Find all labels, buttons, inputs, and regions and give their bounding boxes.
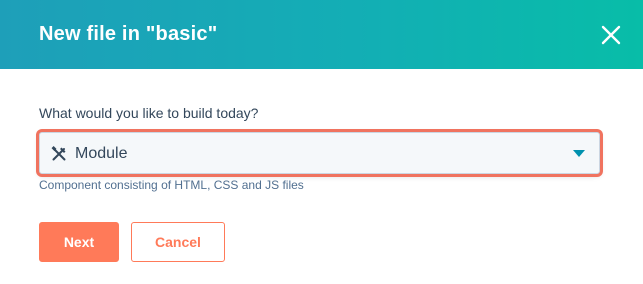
close-icon xyxy=(601,25,621,45)
next-button[interactable]: Next xyxy=(39,222,119,262)
file-type-select-value: Module xyxy=(75,145,128,162)
new-file-dialog: New file in "basic" What would you like … xyxy=(0,0,643,284)
file-type-help-text: Component consisting of HTML, CSS and JS… xyxy=(39,178,304,192)
build-question-label: What would you like to build today? xyxy=(39,105,259,121)
dialog-title: New file in "basic" xyxy=(39,23,218,45)
caret-down-icon xyxy=(573,150,585,157)
file-type-select[interactable]: Module xyxy=(39,132,600,174)
close-button[interactable] xyxy=(598,22,624,48)
dialog-header: New file in "basic" xyxy=(0,0,643,69)
cancel-button[interactable]: Cancel xyxy=(131,222,225,262)
tools-icon xyxy=(51,146,67,162)
